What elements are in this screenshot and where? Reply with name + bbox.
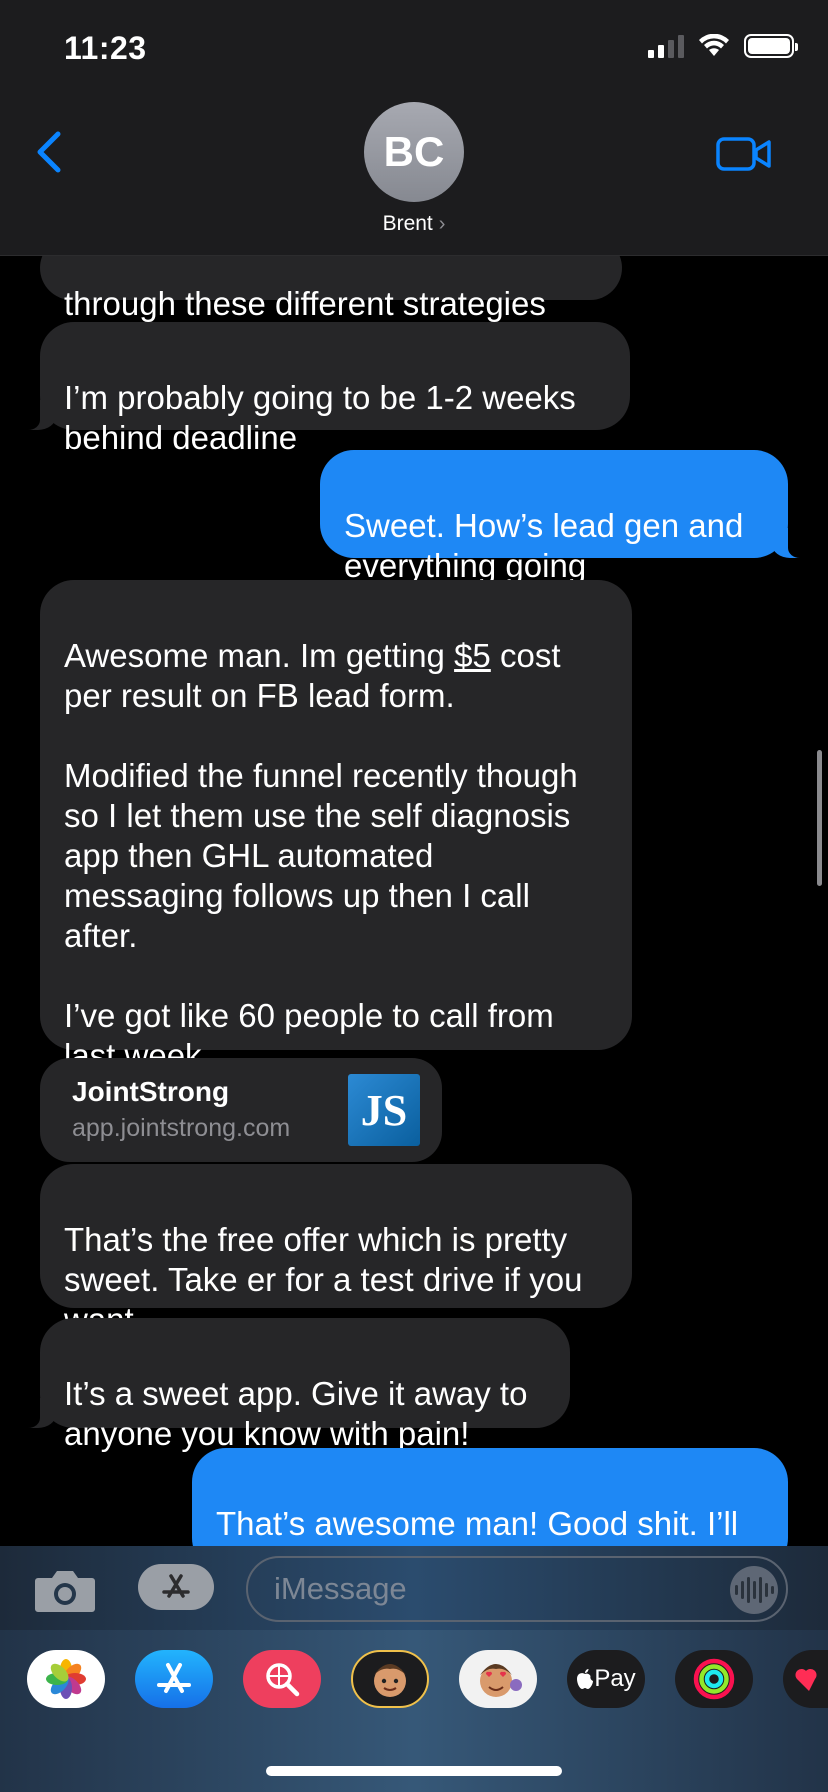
link-preview-title: JointStrong — [72, 1076, 230, 1107]
apple-pay-icon[interactable]: Pay — [567, 1650, 645, 1708]
message-text-part: cost per result on FB lead form. Modifie… — [64, 637, 578, 1074]
memoji-stickers-icon[interactable] — [459, 1650, 537, 1708]
message-list[interactable]: through these different strategies I’m p… — [0, 256, 828, 1546]
message-bubble-incoming[interactable]: That’s the free offer which is pretty sw… — [40, 1164, 632, 1338]
memoji-face-icon — [374, 1664, 406, 1697]
audio-message-icon[interactable] — [730, 1566, 778, 1614]
message-bubble-incoming[interactable]: I’m probably going to be 1-2 weeks behin… — [14, 322, 630, 456]
battery-icon — [744, 34, 798, 58]
contact-name[interactable]: Brent › — [0, 212, 828, 236]
scrollbar[interactable] — [817, 750, 822, 886]
message-bubble-incoming[interactable]: It’s a sweet app. Give it away to anyone… — [14, 1318, 570, 1452]
app-store-glyph-icon — [157, 1663, 191, 1693]
memoji-icon[interactable] — [351, 1650, 429, 1708]
message-text: through these different strategies — [64, 285, 546, 322]
app-store-drawer-button[interactable] — [138, 1564, 214, 1610]
link-preview-card[interactable]: JointStrong app.jointstrong.com JS — [40, 1058, 442, 1162]
back-chevron-icon[interactable] — [30, 128, 70, 176]
facetime-video-icon[interactable] — [716, 136, 772, 172]
jointstrong-logo-icon: JS — [348, 1074, 420, 1146]
message-bubble-incoming[interactable]: through these different strategies — [40, 256, 622, 322]
status-time: 11:23 — [64, 30, 147, 66]
memoji-heart-eyes-icon — [480, 1664, 522, 1697]
imessage-app-drawer: Pay — [0, 1630, 828, 1792]
message-bubble-outgoing[interactable]: That’s awesome man! Good shit. I’ll take… — [192, 1448, 788, 1546]
apple-logo-icon — [577, 1669, 594, 1689]
conversation-header: 11:23 BC Brent › — [0, 0, 828, 256]
magnifier-globe-icon — [266, 1663, 300, 1697]
contact-name-label: Brent — [382, 212, 433, 235]
cellular-signal-icon — [648, 34, 684, 58]
chevron-right-icon: › — [438, 213, 446, 235]
compose-bar — [0, 1546, 828, 1630]
imessage-input[interactable] — [248, 1558, 688, 1620]
activity-icon[interactable] — [675, 1650, 753, 1708]
activity-rings-icon — [693, 1658, 735, 1700]
home-indicator[interactable] — [266, 1766, 562, 1776]
digital-touch-icon[interactable] — [783, 1650, 828, 1708]
message-text: Sweet. How’s lead gen and everything goi… — [344, 507, 744, 584]
message-text: It’s a sweet app. Give it away to anyone… — [64, 1375, 528, 1452]
contact-avatar[interactable]: BC — [364, 102, 464, 202]
message-input-field[interactable] — [246, 1556, 788, 1622]
message-bubble-outgoing[interactable]: Sweet. How’s lead gen and everything goi… — [320, 450, 814, 584]
message-text-part: Awesome man. Im getting — [64, 637, 455, 674]
detected-money-link[interactable]: $5 — [454, 637, 491, 674]
message-text: That’s awesome man! Good shit. I’ll take… — [216, 1505, 739, 1546]
wifi-icon — [699, 34, 729, 56]
message-text: I’m probably going to be 1-2 weeks behin… — [64, 379, 576, 456]
message-bubble-incoming[interactable]: Awesome man. Im getting $5 cost per resu… — [40, 580, 632, 1074]
app-store-icon — [162, 1574, 190, 1598]
apple-pay-label: Pay — [594, 1665, 636, 1692]
link-preview-url: app.jointstrong.com — [72, 1114, 291, 1142]
photos-flower-icon — [46, 1659, 86, 1699]
photos-icon[interactable] — [27, 1650, 105, 1708]
status-icons — [648, 34, 798, 58]
search-images-icon[interactable] — [243, 1650, 321, 1708]
camera-icon[interactable] — [34, 1566, 96, 1614]
heart-touch-icon — [794, 1668, 817, 1691]
app-store-icon[interactable] — [135, 1650, 213, 1708]
